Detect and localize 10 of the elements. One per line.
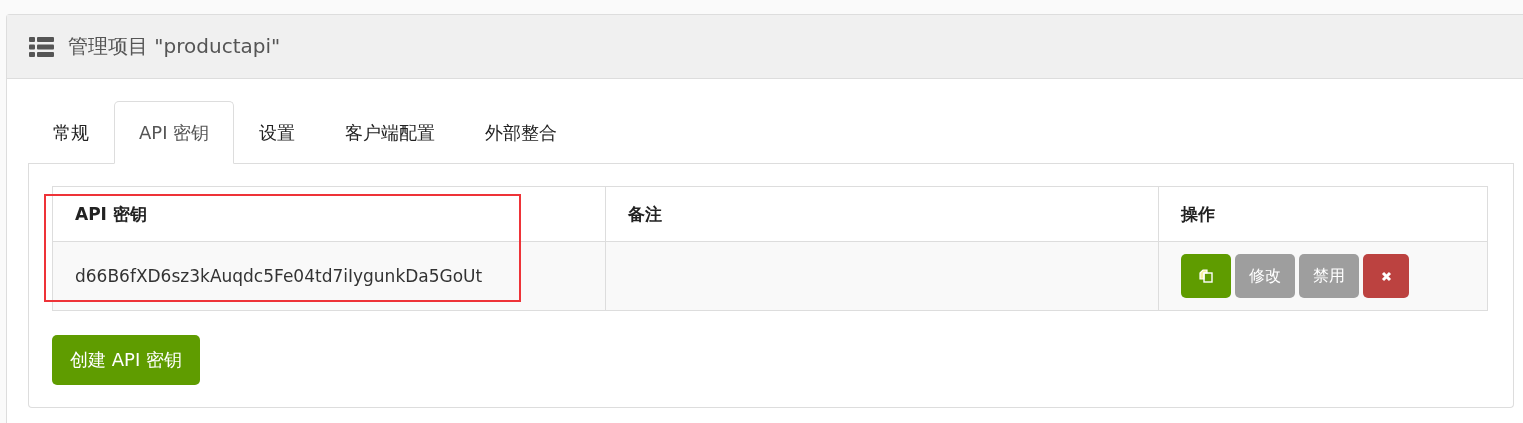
tab[interactable]: 外部整合 (460, 101, 583, 164)
panel-title: 管理项目 "productapi" (68, 33, 281, 60)
column-header: 操作 (1158, 186, 1488, 242)
column-header: API 密钥 (52, 186, 606, 242)
tab[interactable]: API 密钥 (114, 101, 235, 164)
tab[interactable]: 常规 (28, 101, 114, 164)
column-header: 备注 (605, 186, 1159, 242)
tab[interactable]: 客户端配置 (320, 101, 461, 164)
tab[interactable]: 设置 (234, 101, 321, 164)
api-key-cell: d66B6fXD6sz3kAuqdc5Fe04td7iIygunkDa5GoUt (52, 241, 606, 311)
